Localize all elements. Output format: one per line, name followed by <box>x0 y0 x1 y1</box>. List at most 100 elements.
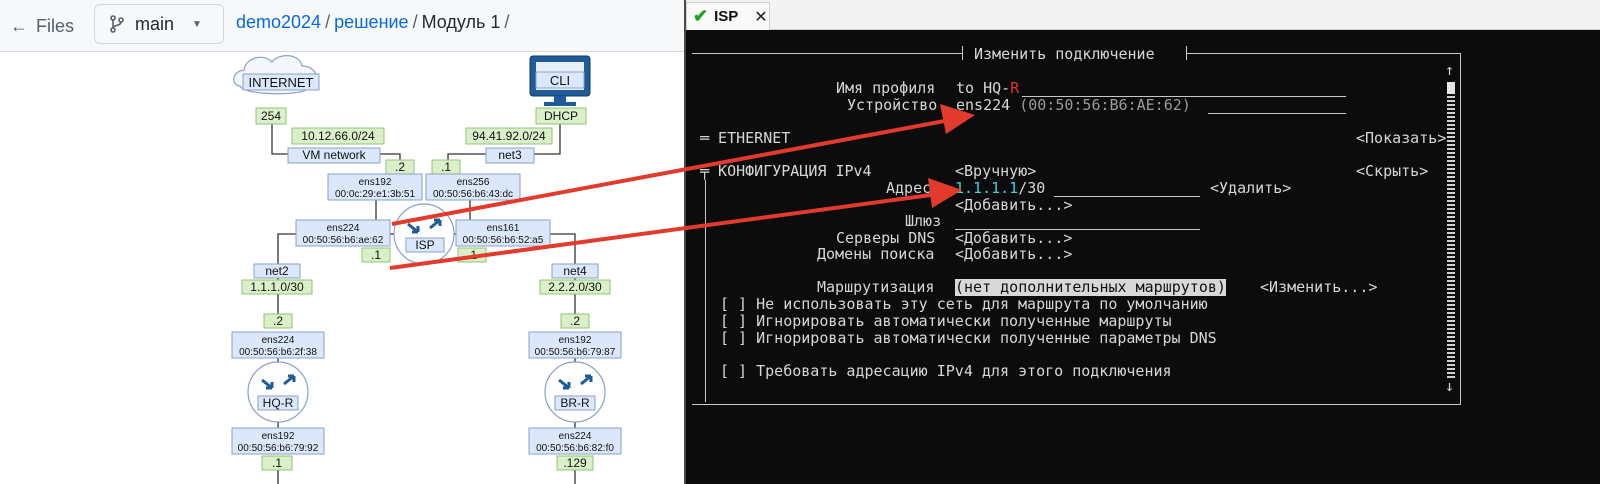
net3-ip: .1 <box>441 160 451 174</box>
net4-subnet: 2.2.2.0/30 <box>548 280 602 294</box>
files-label: Files <box>36 15 75 36</box>
routing-value[interactable]: (нет дополнительных маршрутов) <box>955 279 1226 296</box>
internet-label: INTERNET <box>249 75 314 90</box>
hq-router-label: HQ-R <box>263 396 294 410</box>
branch-select[interactable]: main ▼ <box>94 4 224 44</box>
delete-address-button[interactable]: <Удалить> <box>1210 180 1291 197</box>
device-field[interactable]: ens224 (00:50:56:B6:AE:62) <box>956 97 1191 114</box>
breadcrumb-separator: / <box>325 12 331 32</box>
br-ens192-mac: 00:50:56:b6:79:87 <box>535 347 616 358</box>
address-field[interactable]: 1.1.1.1/30 <box>955 180 1045 197</box>
scrollbar-thumb[interactable] <box>1447 82 1455 94</box>
checkmark-icon: ✔ <box>693 6 709 26</box>
ipv4-section: ╤ КОНФИГУРАЦИЯ IPv4 <box>700 162 872 180</box>
breadcrumb-repo-link[interactable]: demo2024 <box>236 12 321 32</box>
chevron-down-icon: ▼ <box>192 18 202 30</box>
isp-ens224-mac: 00:50:56:b6:ae:62 <box>303 235 384 246</box>
breadcrumb-folder-link[interactable]: решение <box>334 12 408 32</box>
frame-right <box>1460 53 1461 405</box>
hq-ip: .2 <box>273 314 283 328</box>
hq-ens224-mac: 00:50:56:b6:2f:38 <box>239 347 317 358</box>
breadcrumb-current: Модуль 1 <box>421 12 501 32</box>
github-header: ← Files main ▼ demo2024/решение / Модуль 1… <box>0 0 684 52</box>
isp-ens192-name: ens192 <box>359 177 392 188</box>
text-cursor: R <box>1010 79 1020 97</box>
cli-monitor-icon: CLI <box>529 55 591 106</box>
net3-subnet: 94.41.92.0/24 <box>472 129 546 143</box>
hq-ens192-mac: 00:50:56:b6:79:92 <box>238 443 319 454</box>
isp-router-icon: ISP <box>393 203 455 265</box>
checkbox-ignore-dns[interactable]: [ ] Игнорировать автоматически полученны… <box>720 330 1217 347</box>
files-back-button[interactable]: ← Files <box>10 10 74 42</box>
hide-ipv4-button[interactable]: <Скрыть> <box>1356 163 1428 180</box>
isp-ens256-name: ens256 <box>457 177 490 188</box>
checkbox-never-default[interactable]: [ ] Не использовать эту сеть для маршрут… <box>720 296 1208 313</box>
scroll-down-icon[interactable]: ↓ <box>1445 378 1454 395</box>
isp-ens161-name: ens161 <box>487 223 520 234</box>
vm-net-ip: .2 <box>395 160 405 174</box>
network-diagram: INTERNET 254 10.12.66.0/24 VM network .2… <box>0 52 684 484</box>
device-label: Устройство <box>847 96 938 114</box>
scrollbar-track[interactable] <box>1447 96 1455 378</box>
isp-ens256-mac: 00:50:56:b6:43:dc <box>433 189 513 200</box>
br-ens192-name: ens192 <box>559 335 592 346</box>
section-vline <box>705 180 706 402</box>
vm-net-subnet: 10.12.66.0/24 <box>301 129 375 143</box>
search-domains-label: Домены поиска <box>817 245 935 263</box>
isp-left-ip: .1 <box>371 248 381 262</box>
git-branch-icon <box>110 15 124 33</box>
br-ip: .2 <box>570 314 580 328</box>
close-icon[interactable]: ✕ <box>754 7 767 27</box>
br-ens224-name: ens224 <box>559 431 592 442</box>
dhcp-label: DHCP <box>544 109 578 123</box>
tab-isp[interactable]: ✔ ISP ✕ <box>686 2 770 30</box>
net4-label: net4 <box>563 264 587 278</box>
ethernet-section: ═ ETHERNET <box>700 129 791 147</box>
address-underline <box>1054 196 1200 197</box>
br-bottom-ip: .129 <box>563 456 587 470</box>
net2-subnet: 1.1.1.0/30 <box>250 280 304 294</box>
checkbox-ignore-routes[interactable]: [ ] Игнорировать автоматически полученны… <box>720 313 1172 330</box>
branch-name: main <box>135 13 175 34</box>
gateway-label: Шлюз <box>905 212 942 230</box>
nmtui-dialog: Изменить подключение ↑ ↓ Имя профиля to … <box>686 30 1600 484</box>
address-label: Адреса <box>886 179 941 197</box>
hq-ens224-name: ens224 <box>262 335 295 346</box>
frame-bottom <box>692 404 1460 405</box>
cli-label: CLI <box>550 73 570 88</box>
add-address-button[interactable]: <Добавить...> <box>955 197 1072 214</box>
edit-routes-button[interactable]: <Изменить...> <box>1260 279 1377 296</box>
terminal-window: ✔ ISP ✕ Изменить подключение ↑ ↓ Имя про… <box>684 0 1600 484</box>
profile-field[interactable]: to HQ-R <box>956 80 1019 97</box>
add-search-domain-button[interactable]: <Добавить...> <box>955 246 1072 263</box>
routing-label: Маршрутизация <box>817 278 935 296</box>
isp-ens192-mac: 00:0c:29:e1:3b:51 <box>335 189 416 200</box>
device-underline <box>1208 113 1346 114</box>
device-value: ens224 <box>956 96 1011 114</box>
tab-title: ISP <box>714 8 739 25</box>
hq-ens192-name: ens192 <box>262 431 295 442</box>
scroll-up-icon[interactable]: ↑ <box>1445 62 1454 79</box>
frame-tick <box>962 46 963 60</box>
breadcrumb-separator: / <box>504 12 510 32</box>
device-mac: (00:50:56:B6:AE:62) <box>1019 96 1191 114</box>
br-router-label: BR-R <box>560 396 590 410</box>
checkbox-require-ipv4[interactable]: [ ] Требовать адресацию IPv4 для этого п… <box>720 363 1172 380</box>
show-ethernet-button[interactable]: <Показать> <box>1356 130 1446 147</box>
vm-network-label: VM network <box>302 148 366 162</box>
br-ens224-mac: 00:50:56:b6:82:f0 <box>536 443 614 454</box>
hq-bottom-ip: .1 <box>272 456 282 470</box>
net2-label: net2 <box>265 264 289 278</box>
internet-cloud-icon: INTERNET <box>233 55 320 95</box>
isp-ens224-name: ens224 <box>327 223 360 234</box>
address-value: 1.1.1.1 <box>955 179 1019 197</box>
br-router-icon: BR-R <box>544 361 606 423</box>
ipv4-mode-select[interactable]: <Вручную> <box>955 163 1036 180</box>
frame-top-left <box>692 53 962 54</box>
internet-ip: 254 <box>261 109 281 123</box>
profile-label: Имя профиля <box>836 79 936 97</box>
breadcrumb-separator: / <box>412 12 418 32</box>
isp-ens161-mac: 00:50:56:b6:52:a5 <box>463 235 544 246</box>
terminal-tabbar: ✔ ISP ✕ <box>686 0 1600 30</box>
github-panel: ← Files main ▼ demo2024/решение / Модуль 1… <box>0 0 684 484</box>
